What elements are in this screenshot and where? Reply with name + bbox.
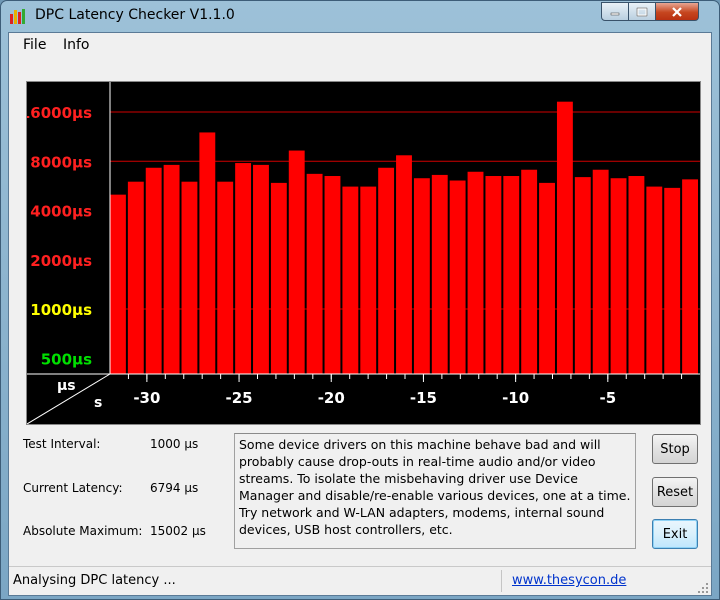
latency-bar: [521, 169, 538, 374]
y-tick-label: 2000µs: [30, 252, 92, 270]
latency-bar: [110, 194, 126, 374]
latency-bar: [503, 176, 520, 374]
latency-chart-svg: 16000µs 8000µs 4000µs 2000µs 1000µs 500µs -30 -…: [27, 82, 700, 424]
x-axis-unit-label: s: [94, 395, 102, 411]
latency-bar: [360, 186, 377, 374]
reset-button[interactable]: Reset: [652, 477, 698, 507]
stop-button[interactable]: Stop: [652, 434, 698, 464]
resize-grip-icon[interactable]: [697, 582, 709, 594]
latency-bar: [270, 182, 287, 374]
latency-bar: [449, 180, 466, 374]
latency-bar: [592, 169, 609, 374]
y-tick-label: 16000µs: [27, 104, 92, 122]
exit-button[interactable]: Exit: [652, 519, 698, 549]
x-tick-label: -30: [133, 389, 160, 407]
latency-bar: [145, 167, 162, 374]
maximize-button[interactable]: [628, 2, 656, 21]
y-tick-label: 500µs: [41, 350, 92, 368]
client-area: File Info 16000µs 8000µs 4000µs 2000µs 1000µ…: [8, 32, 712, 596]
latency-bar: [324, 176, 341, 374]
y-tick-label: 1000µs: [30, 301, 92, 319]
latency-bar: [556, 101, 573, 374]
y-axis-unit-label: µs: [57, 378, 76, 394]
latency-chart: 16000µs 8000µs 4000µs 2000µs 1000µs 500µs -30 -…: [26, 81, 701, 425]
x-tick-label: -25: [226, 389, 253, 407]
latency-bar: [485, 176, 502, 374]
menu-bar: File Info: [9, 33, 711, 59]
status-bar: Analysing DPC latency ... www.thesycon.d…: [9, 566, 711, 596]
latency-bar: [217, 181, 234, 374]
latency-bar: [628, 176, 645, 374]
latency-bar: [574, 177, 591, 374]
latency-bar: [646, 186, 663, 374]
menu-info[interactable]: Info: [63, 37, 90, 53]
minimize-button[interactable]: [601, 2, 629, 21]
close-button[interactable]: [655, 2, 699, 21]
absolute-maximum-label: Absolute Maximum:: [23, 524, 143, 538]
window-title: DPC Latency Checker V1.1.0: [35, 7, 235, 23]
status-separator: [501, 570, 502, 592]
status-text: Analysing DPC latency ...: [13, 573, 176, 588]
y-tick-label: 4000µs: [30, 203, 92, 221]
close-icon: [672, 6, 682, 17]
latency-bar: [306, 173, 323, 374]
test-interval-value: 1000 µs: [150, 437, 199, 451]
app-window: DPC Latency Checker V1.1.0 File Info 160…: [0, 0, 720, 600]
latency-bar: [342, 186, 359, 374]
x-tick-label: -15: [410, 389, 437, 407]
title-bar[interactable]: DPC Latency Checker V1.1.0: [1, 1, 719, 31]
current-latency-value: 6794 µs: [150, 481, 199, 495]
x-tick-label: -10: [502, 389, 529, 407]
app-icon: [10, 9, 25, 24]
latency-bar: [467, 171, 484, 374]
latency-bar: [413, 178, 430, 374]
latency-bar: [253, 164, 269, 374]
latency-bar: [610, 178, 627, 374]
latency-bar: [199, 132, 216, 374]
latency-bar: [235, 163, 252, 374]
minimize-icon: [610, 12, 620, 15]
latency-bar: [288, 150, 305, 374]
latency-bar: [539, 182, 555, 374]
latency-bar: [431, 174, 448, 374]
test-interval-label: Test Interval:: [23, 437, 101, 451]
latency-bar: [163, 164, 180, 374]
maximize-icon: [636, 7, 648, 16]
message-text: Some device drivers on this machine beha…: [234, 433, 636, 549]
website-link[interactable]: www.thesycon.de: [512, 573, 626, 588]
x-tick-label: -5: [599, 389, 616, 407]
menu-file[interactable]: File: [23, 37, 46, 53]
latency-bar: [664, 187, 681, 374]
current-latency-label: Current Latency:: [23, 481, 123, 495]
x-tick-label: -20: [318, 389, 345, 407]
latency-bar: [682, 179, 698, 374]
y-tick-label: 8000µs: [30, 153, 92, 171]
latency-bar: [396, 155, 412, 374]
absolute-maximum-value: 15002 µs: [150, 524, 206, 538]
latency-bar: [181, 181, 198, 374]
latency-bar: [127, 181, 144, 374]
latency-bar: [378, 167, 395, 374]
